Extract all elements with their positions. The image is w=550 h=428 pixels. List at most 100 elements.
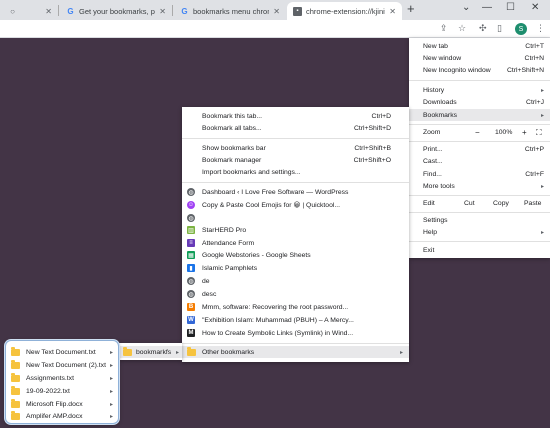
minimize-button[interactable]: —	[482, 2, 492, 13]
tab-0[interactable]: ○ ✕	[2, 2, 58, 20]
zoom-in-button[interactable]: +	[522, 128, 527, 137]
menu-item-new-tab[interactable]: New tab Ctrl+T	[409, 40, 550, 52]
bookmark-item[interactable]: B Mmm, software: Recovering the root pas…	[182, 301, 409, 313]
menu-item-label: Help	[423, 228, 437, 236]
kebab-menu-icon[interactable]: ⋮	[536, 23, 545, 34]
tab-3-active[interactable]: ▪ chrome-extension://kjinifj ✕	[287, 2, 402, 20]
file-item[interactable]: New Text Document (2).txt ▸	[6, 359, 118, 371]
w-site-icon: W	[187, 316, 195, 324]
bookmark-item[interactable]: ≡ Attendance Form	[182, 237, 409, 249]
file-item[interactable]: Microsoft Flip.docx ▸	[6, 398, 118, 410]
file-item[interactable]: New Text Document.txt ▸	[6, 346, 118, 358]
avatar[interactable]: S	[515, 23, 527, 35]
menu-item-cast[interactable]: Cast...	[409, 155, 550, 167]
tab-title: bookmarks menu chrome	[193, 6, 270, 16]
close-icon[interactable]: ✕	[273, 7, 280, 16]
file-label: New Text Document (2).txt	[26, 361, 106, 369]
bookmark-item[interactable]: ◍ Dashboard ‹ I Love Free Software — Wor…	[182, 186, 409, 198]
menu-item-label: Settings	[423, 216, 448, 224]
star-icon[interactable]: ☆	[458, 23, 466, 34]
menu-item-label: History	[423, 86, 445, 94]
bookmark-item[interactable]: W "Exhibition Islam: Muhammad (PBUH) – A…	[182, 314, 409, 326]
google-icon: G	[181, 6, 188, 16]
close-icon[interactable]: ✕	[45, 7, 52, 16]
extensions-puzzle-icon[interactable]: ✣	[479, 23, 487, 34]
sheets-icon: ▦	[187, 251, 195, 259]
menu-item-bookmarkfs[interactable]: bookmarkfs ▸	[119, 346, 182, 358]
menu-divider	[409, 212, 550, 213]
bookmark-item[interactable]: ☺ Copy & Paste Cool Emojis for 😀 | Quick…	[182, 199, 409, 211]
share-icon[interactable]: ⇪	[440, 23, 448, 34]
menu-item-label: Edit	[423, 200, 435, 207]
maximize-button[interactable]: ☐	[506, 2, 515, 13]
menu-item-downloads[interactable]: Downloads Ctrl+J	[409, 96, 550, 108]
menu-divider	[409, 241, 550, 242]
bookmark-item[interactable]: ▥ StarHERD Pro	[182, 224, 409, 236]
folder-icon	[11, 386, 20, 395]
tab-2[interactable]: G bookmarks menu chrome ✕	[174, 2, 286, 20]
other-bookmarks-submenu: bookmarkfs ▸	[119, 343, 182, 360]
menu-item-show-bookmarks-bar[interactable]: Show bookmarks bar Ctrl+Shift+B	[182, 142, 409, 154]
menu-item-settings[interactable]: Settings	[409, 214, 550, 226]
cut-button[interactable]: Cut	[464, 200, 475, 207]
folder-icon	[187, 347, 196, 356]
tab-search-chevron-icon[interactable]: ⌄	[462, 2, 470, 13]
side-panel-icon[interactable]: ▯	[497, 23, 502, 34]
menu-item-more-tools[interactable]: More tools ▸	[409, 180, 550, 192]
menu-item-label: Show bookmarks bar	[202, 144, 266, 152]
submenu-arrow-icon: ▸	[109, 362, 113, 369]
close-icon[interactable]: ✕	[159, 7, 166, 16]
bookmark-item[interactable]: M How to Create Symbolic Links (Symlink)…	[182, 327, 409, 339]
menu-item-label: Bookmarks	[423, 111, 457, 119]
menu-item-zoom: Zoom − 100% + ⛶	[409, 126, 550, 139]
copy-button[interactable]: Copy	[493, 200, 509, 207]
tab-1[interactable]: G Get your bookmarks, pass ✕	[60, 2, 172, 20]
bookmark-item[interactable]: ◍ desc	[182, 288, 409, 300]
new-tab-button[interactable]: +	[407, 1, 415, 16]
menu-item-label: New Incognito window	[423, 66, 491, 74]
bookmark-item[interactable]: ◍ de	[182, 275, 409, 287]
close-icon[interactable]: ✕	[389, 7, 396, 16]
menu-item-exit[interactable]: Exit	[409, 244, 550, 256]
folder-icon	[11, 373, 20, 382]
fullscreen-icon[interactable]: ⛶	[536, 128, 542, 138]
file-item[interactable]: Assignments.txt ▸	[6, 372, 118, 384]
menu-item-bookmark-manager[interactable]: Bookmark manager Ctrl+Shift+O	[182, 154, 409, 166]
bookmark-label: de	[202, 277, 210, 285]
menu-item-other-bookmarks[interactable]: Other bookmarks ▸	[182, 346, 409, 358]
menu-item-label: More tools	[423, 182, 455, 190]
menu-item-history[interactable]: History ▸	[409, 84, 550, 96]
menu-divider	[182, 138, 409, 139]
menu-item-bookmark-all-tabs[interactable]: Bookmark all tabs... Ctrl+Shift+D	[182, 122, 409, 134]
menu-item-import-bookmarks[interactable]: Import bookmarks and settings...	[182, 166, 409, 178]
file-item[interactable]: Amplifer AMP.docx ▸	[6, 410, 118, 422]
menu-divider	[409, 80, 550, 81]
menu-item-new-window[interactable]: New window Ctrl+N	[409, 52, 550, 64]
bookmark-item[interactable]: ▦ Google Webstories - Google Sheets	[182, 249, 409, 261]
bookmark-item[interactable]: ▮ Islamic Pamphlets	[182, 262, 409, 274]
file-label: Amplifer AMP.docx	[26, 412, 83, 420]
menu-divider	[182, 182, 409, 183]
menu-item-bookmark-this-tab[interactable]: Bookmark this tab... Ctrl+D	[182, 110, 409, 122]
menu-divider	[409, 141, 550, 142]
zoom-out-button[interactable]: −	[475, 128, 480, 137]
file-item[interactable]: 19-09-2022.txt ▸	[6, 385, 118, 397]
shortcut-text: Ctrl+Shift+B	[354, 144, 391, 152]
menu-item-print[interactable]: Print... Ctrl+P	[409, 143, 550, 155]
menu-item-label: Exit	[423, 246, 435, 254]
menu-item-new-incognito[interactable]: New Incognito window Ctrl+Shift+N	[409, 64, 550, 76]
menu-item-bookmarks[interactable]: Bookmarks ▸	[409, 109, 550, 121]
menu-item-find[interactable]: Find... Ctrl+F	[409, 168, 550, 180]
tab-title: Get your bookmarks, pass	[79, 6, 155, 16]
menu-item-label: Bookmark all tabs...	[202, 124, 262, 132]
bookmark-item[interactable]: ◍	[182, 212, 409, 224]
folder-icon	[11, 399, 20, 408]
menu-item-help[interactable]: Help ▸	[409, 226, 550, 238]
toolbar: ⇪ ☆ ✣ ▯ S ⋮	[0, 20, 550, 38]
submenu-arrow-icon: ▸	[109, 401, 113, 408]
paste-button[interactable]: Paste	[524, 200, 541, 207]
submenu-arrow-icon: ▸	[175, 349, 179, 356]
submenu-arrow-icon: ▸	[109, 388, 113, 395]
menu-item-label: Zoom	[423, 129, 441, 136]
close-window-button[interactable]: ✕	[531, 2, 539, 13]
